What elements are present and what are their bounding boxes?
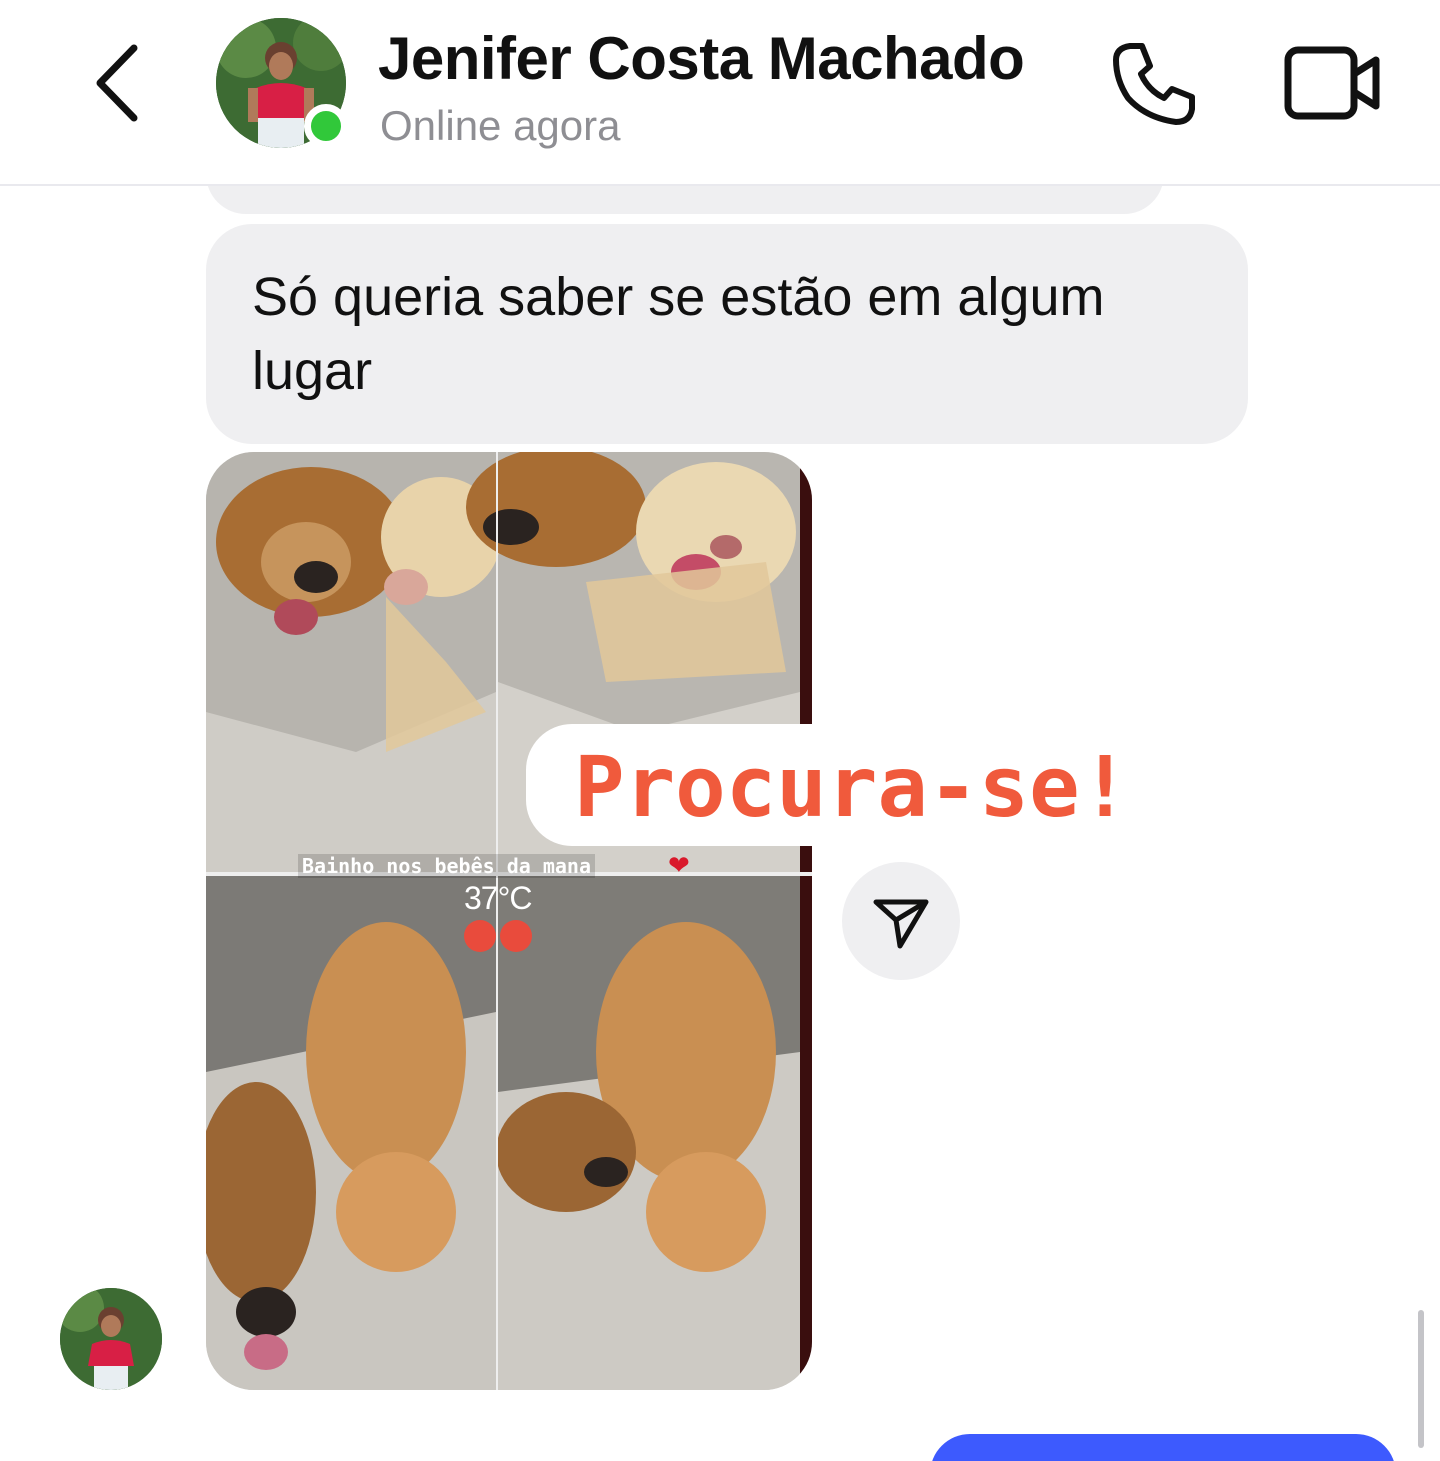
scrollbar[interactable] bbox=[1418, 1310, 1424, 1448]
video-call-button[interactable] bbox=[1282, 38, 1386, 130]
video-camera-icon bbox=[1284, 46, 1380, 120]
temperature-sticker: 37°C bbox=[464, 880, 532, 916]
back-button[interactable] bbox=[88, 40, 148, 130]
share-button[interactable] bbox=[842, 862, 960, 980]
caption-sticker-text: Procura-se! bbox=[574, 738, 1131, 836]
hot-face-emoji-icon bbox=[500, 920, 532, 952]
contact-status: Online agora bbox=[380, 102, 621, 149]
online-status-dot bbox=[304, 104, 348, 148]
sent-message-bubble[interactable] bbox=[930, 1434, 1396, 1461]
chat-header: Jenifer Costa Machado Online agora bbox=[0, 0, 1440, 186]
hot-face-emoji-icon bbox=[464, 920, 496, 952]
chevron-left-icon bbox=[96, 44, 138, 122]
story-text-overlay: Bainho nos bebês da mana bbox=[298, 854, 595, 878]
contact-name[interactable]: Jenifer Costa Machado bbox=[378, 24, 1025, 93]
heart-icon: ❤ bbox=[668, 850, 690, 880]
contact-avatar-button[interactable] bbox=[216, 18, 348, 148]
paper-plane-icon bbox=[873, 899, 929, 949]
voice-call-button[interactable] bbox=[1108, 38, 1200, 130]
received-message-bubble[interactable]: Só queria saber se estão em algum lugar bbox=[206, 224, 1248, 444]
sender-avatar[interactable] bbox=[60, 1288, 162, 1390]
phone-icon bbox=[1113, 43, 1195, 125]
message-text: Só queria saber se estão em algum lugar bbox=[252, 267, 1105, 401]
